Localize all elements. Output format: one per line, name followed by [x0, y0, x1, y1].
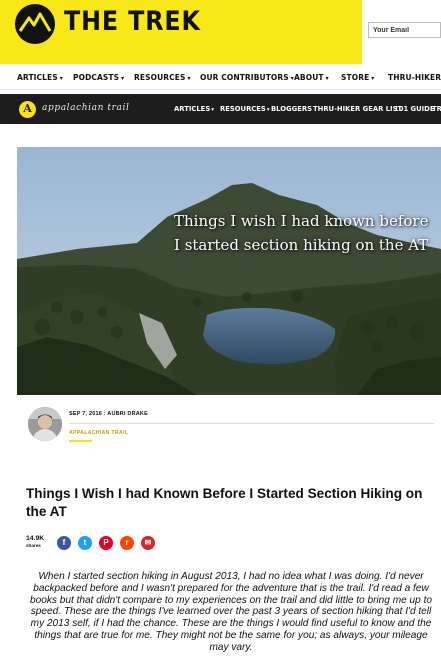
trail-brand[interactable]: appalachian trail [42, 103, 129, 113]
subnav-item-articles[interactable]: ARTICLES▾ [174, 105, 214, 113]
chevron-down-icon: ▾ [371, 75, 375, 82]
trail-subnav: A appalachian trail ARTICLES▾ RESOURCES▾… [0, 94, 441, 124]
nav-item-about[interactable]: ABOUT ▾ [294, 73, 329, 82]
nav-item-articles[interactable]: ARTICLES ▾ [17, 73, 63, 82]
twitter-icon[interactable]: t [78, 536, 92, 550]
chevron-down-icon: ▾ [187, 75, 191, 82]
email-field[interactable] [368, 22, 441, 38]
subnav-item-resources[interactable]: RESOURCES▾ [220, 105, 270, 113]
hero-title: Things I wish I had known before I start… [174, 212, 429, 254]
site-logo-text[interactable]: THE TREK [64, 6, 201, 37]
hero-image: Things I wish I had known before I start… [17, 147, 441, 395]
meta-divider [69, 423, 434, 424]
subnav-item-bloggers[interactable]: BLOGGERS [271, 105, 312, 113]
pinterest-icon[interactable]: P [99, 536, 113, 550]
subnav-item-gear-list[interactable]: THRU-HIKER GEAR LIST [313, 105, 402, 113]
mountain-logo-icon[interactable] [15, 4, 55, 44]
category-underline [69, 440, 92, 442]
mountain-lake-photo [17, 147, 441, 395]
trail-badge-icon[interactable]: A [19, 101, 36, 118]
main-nav: ARTICLES ▾ PODCASTS ▾ RESOURCES ▾ OUR CONTR… [0, 66, 441, 90]
facebook-icon[interactable]: f [57, 536, 71, 550]
category-link[interactable]: APPALACHIAN TRAIL [69, 430, 128, 436]
share-count: 14.9K shares [26, 535, 45, 548]
chevron-down-icon: ▾ [211, 107, 214, 113]
nav-item-store[interactable]: STORE ▾ [341, 73, 374, 82]
email-icon[interactable]: ✉ [141, 536, 155, 550]
nav-item-resources[interactable]: RESOURCES ▾ [134, 73, 191, 82]
subnav-item-101-guide[interactable]: 101 GUIDE [394, 105, 434, 113]
article-title: Things I Wish I had Known Before I Start… [26, 486, 423, 519]
chevron-down-icon: ▾ [59, 75, 63, 82]
subnav-item-more[interactable]: TR [432, 105, 441, 113]
chevron-down-icon: ▾ [266, 107, 270, 113]
post-date-author: SEP 7, 2016 : AUBRI DRAKE [69, 411, 148, 417]
author-photo [28, 407, 62, 441]
avatar[interactable] [28, 407, 62, 441]
reddit-icon[interactable]: r [120, 536, 134, 550]
article-intro: When I started section hiking in August … [30, 571, 432, 653]
nav-item-contributors[interactable]: OUR CONTRIBUTORS ▾ [200, 73, 294, 82]
chevron-down-icon: ▾ [121, 75, 125, 82]
nav-item-podcasts[interactable]: PODCASTS ▾ [73, 73, 124, 82]
chevron-down-icon: ▾ [325, 75, 329, 82]
nav-item-thru-hiker[interactable]: THRU-HIKER GE [388, 73, 441, 82]
